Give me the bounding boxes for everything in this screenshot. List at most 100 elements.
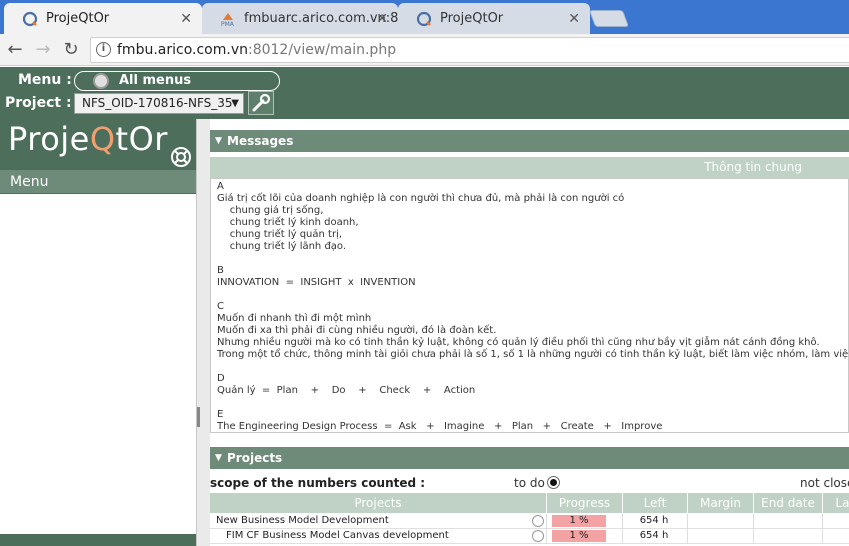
project-select[interactable]: NFS_OID-170816-NFS_35 ▼ — [74, 93, 244, 114]
message-line: E — [217, 409, 224, 420]
col-projects[interactable]: Projects — [210, 493, 546, 513]
messages-title: Messages — [227, 134, 294, 148]
row-radio[interactable] — [532, 530, 544, 542]
cell-divider — [687, 529, 688, 544]
cell-divider — [546, 514, 547, 529]
forward-arrow-icon[interactable]: → — [32, 39, 54, 61]
message-line: C — [217, 301, 224, 312]
not-closed-label: not closed — [800, 476, 849, 490]
browser-toolbar: ← → ↻ i fmbu.arico.com.vn:8012/view/main… — [0, 34, 849, 66]
todo-radio[interactable] — [547, 476, 560, 489]
splitter-grip[interactable] — [197, 407, 200, 427]
message-line: Giá trị cốt lõi của doanh nghiệp là con … — [217, 193, 625, 204]
left-value: 654 h — [639, 530, 669, 541]
close-tab-icon[interactable]: ✕ — [180, 11, 192, 27]
message-line: Quản lý = Plan + Do + Check + Action — [217, 385, 476, 396]
todo-label: to do — [514, 476, 545, 490]
cell-divider — [822, 529, 823, 544]
message-line: chung triết lý quản trị, — [217, 229, 343, 240]
tab-title: fmbuarc.arico.com.vn:80 — [244, 11, 398, 26]
chevron-down-icon: ▼ — [231, 98, 239, 109]
progress-value: 1 % — [552, 515, 606, 527]
menu-globe-icon — [93, 73, 109, 89]
col-progress[interactable]: Progress — [546, 493, 622, 513]
progress-value: 1 % — [552, 530, 606, 542]
cell-divider — [546, 529, 547, 544]
message-line — [217, 397, 848, 409]
cell-divider — [822, 514, 823, 529]
col-end-date[interactable]: End date — [753, 493, 822, 513]
project-name[interactable]: FIM CF Business Model Canvas development — [226, 529, 449, 543]
logo-text: ProjeQtOr — [8, 120, 168, 158]
all-menus-button[interactable]: All menus — [74, 71, 280, 91]
message-line: chung giá trị sống, — [217, 205, 324, 216]
close-tab-icon[interactable]: ✕ — [568, 11, 580, 27]
messages-body: A Giá trị cốt lõi của doanh nghiệp là con… — [210, 178, 849, 433]
tab-title: ProjeQtOr — [440, 11, 504, 26]
message-line: Muốn đi nhanh thì đi một mình — [217, 313, 372, 324]
projects-section-header[interactable]: ▼ Projects — [210, 447, 849, 469]
cell-divider — [753, 529, 754, 544]
svg-text:PMA: PMA — [221, 21, 235, 27]
pma-favicon-icon: PMA — [221, 12, 235, 27]
message-line: The Engineering Design Process = Ask + I… — [217, 421, 663, 432]
wrench-icon — [252, 93, 271, 112]
project-name[interactable]: New Business Model Development — [216, 514, 389, 528]
projects-table-header: Projects Progress Left Margin End date L… — [210, 493, 849, 513]
projeqtor-favicon-icon — [22, 11, 38, 26]
menu-panel-header[interactable]: Menu — [0, 170, 196, 194]
close-tab-icon[interactable]: ✕ — [376, 11, 388, 27]
panel-splitter[interactable] — [196, 119, 210, 546]
message-line: INNOVATION = INSIGHT x INVENTION — [217, 277, 416, 288]
tab-fmbuarc[interactable]: PMA fmbuarc.arico.com.vn:80 ✕ — [202, 3, 398, 34]
tab-projeqtor-active[interactable]: ProjeQtOr ✕ — [4, 3, 202, 34]
lifebuoy-icon[interactable] — [170, 146, 192, 168]
message-line — [217, 361, 848, 373]
message-line: D — [217, 373, 225, 384]
table-row[interactable]: FIM CF Business Model Canvas development… — [210, 529, 849, 544]
message-line: A — [217, 181, 224, 192]
message-line: Trong một tổ chức, thông minh tài giỏi c… — [217, 349, 849, 360]
project-select-value: NFS_OID-170816-NFS_35 — [82, 96, 233, 110]
message-line: chung triết lý lãnh đạo. — [217, 241, 347, 252]
message-line — [217, 253, 848, 265]
messages-section-header[interactable]: ▼ Messages — [210, 130, 849, 152]
message-line: Muốn đi xa thì phải đi cùng nhiều người,… — [217, 325, 497, 336]
scope-row: scope of the numbers counted : to do not… — [210, 476, 849, 493]
table-row[interactable]: New Business Model Development 1 % 654 h — [210, 514, 849, 529]
project-settings-button[interactable] — [248, 91, 274, 115]
tab-projeqtor-2[interactable]: ProjeQtOr ✕ — [398, 3, 590, 34]
left-panel: ProjeQtOr Menu — [0, 119, 196, 546]
row-radio[interactable] — [532, 515, 544, 527]
app-header: Menu : All menus Project : NFS_OID-17081… — [0, 67, 849, 119]
project-label: Project : — [5, 95, 72, 111]
all-menus-label: All menus — [119, 73, 192, 88]
tab-title: ProjeQtOr — [46, 11, 110, 26]
new-tab-button[interactable] — [588, 10, 630, 27]
col-margin[interactable]: Margin — [687, 493, 753, 513]
reload-icon[interactable]: ↻ — [60, 39, 82, 61]
scope-label: scope of the numbers counted : — [210, 476, 426, 490]
collapse-triangle-icon: ▼ — [215, 453, 222, 463]
col-left[interactable]: Left — [622, 493, 687, 513]
menu-label: Menu : — [18, 72, 72, 88]
browser-tab-strip: ProjeQtOr ✕ PMA fmbuarc.arico.com.vn:80 … — [0, 0, 849, 35]
cell-divider — [687, 514, 688, 529]
messages-subheader: Thông tin chung — [210, 157, 849, 178]
url-host: fmbu.arico.com.vn — [117, 42, 248, 58]
projeqtor-logo: ProjeQtOr — [0, 119, 196, 170]
message-line: B — [217, 265, 224, 276]
cell-divider — [753, 514, 754, 529]
info-icon[interactable]: i — [96, 42, 111, 57]
left-panel-footer — [0, 534, 196, 546]
back-arrow-icon[interactable]: ← — [4, 39, 26, 61]
message-line: Nhưng nhiều người mà ko có tinh thần kỷ … — [217, 337, 820, 348]
projeqtor-favicon-icon — [416, 11, 432, 26]
col-last[interactable]: La — [822, 493, 849, 513]
message-line: chung triết lý kinh doanh, — [217, 217, 359, 228]
left-value: 654 h — [639, 515, 669, 526]
message-line — [217, 289, 848, 301]
url-path: :8012/view/main.php — [247, 42, 397, 58]
address-bar[interactable]: i fmbu.arico.com.vn:8012/view/main.php — [90, 37, 849, 63]
main-content: ▼ Messages Thông tin chung A Giá trị cốt … — [210, 119, 849, 546]
